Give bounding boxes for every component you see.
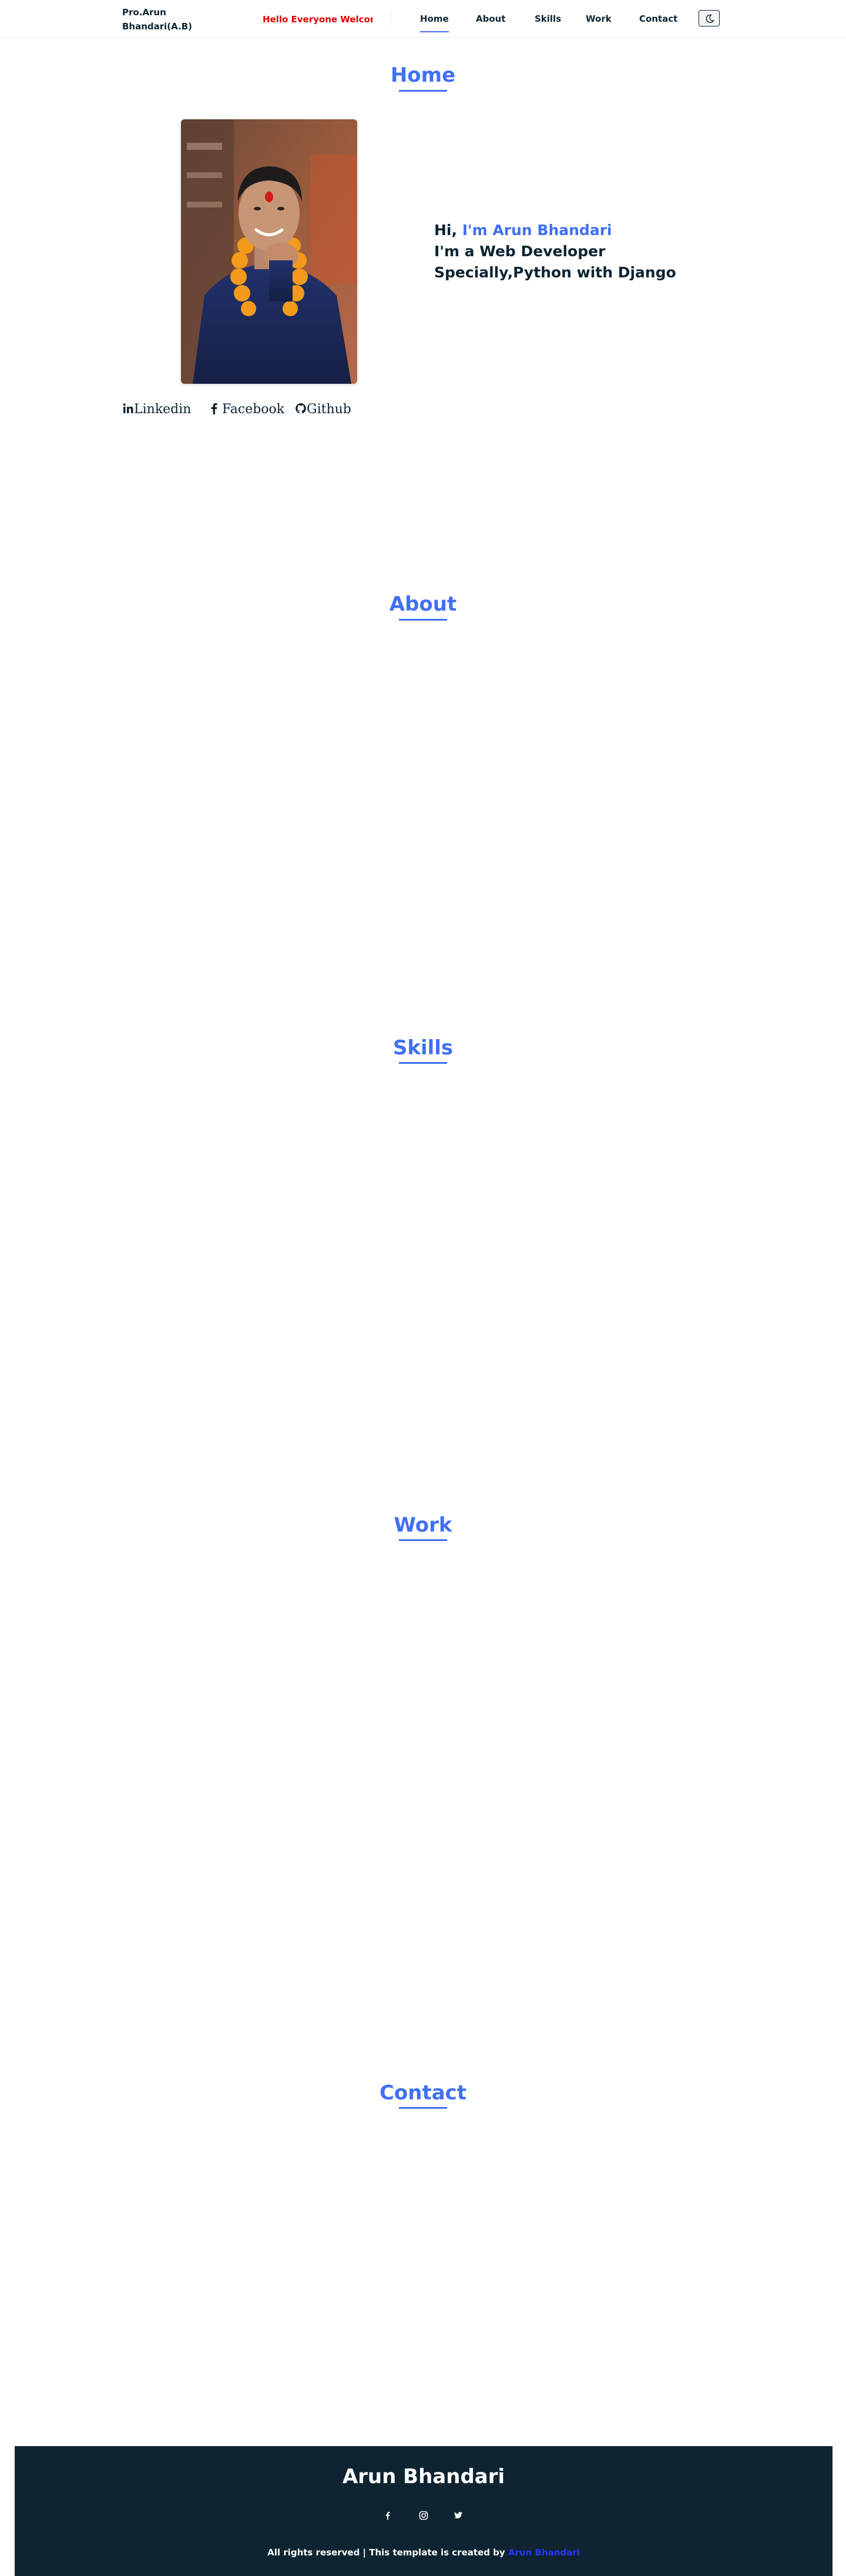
- nav-about[interactable]: About: [476, 12, 506, 25]
- welcome-marquee: Hello Everyone Welcome: [263, 14, 373, 25]
- contact-title-underline: [399, 2107, 447, 2109]
- work-title-underline: [399, 1539, 447, 1541]
- theme-toggle-button[interactable]: [699, 10, 720, 26]
- github-link[interactable]: Github: [295, 401, 351, 418]
- github-label: Github: [307, 402, 351, 417]
- site-footer: Arun Bhandari All rights reserved | This…: [15, 2446, 832, 2576]
- github-icon: [296, 403, 306, 414]
- contact-title: Contact: [379, 2081, 467, 2105]
- facebook-icon: [211, 403, 217, 414]
- footer-title: Arun Bhandari: [342, 2465, 505, 2488]
- site-logo[interactable]: Pro.Arun Bhandari(A.B): [122, 5, 204, 34]
- nav-work[interactable]: Work: [586, 12, 612, 25]
- intro-line-2: I'm a Web Developer: [434, 243, 606, 260]
- nav-contact[interactable]: Contact: [639, 12, 677, 25]
- nav-skills[interactable]: Skills: [535, 12, 561, 25]
- linkedin-link[interactable]: Linkedin: [122, 401, 191, 418]
- intro-line-1: Hi, I'm Arun Bhandari: [434, 220, 676, 241]
- footer-twitter-link[interactable]: [451, 2508, 465, 2523]
- site-header: Pro.Arun Bhandari(A.B) Hello Everyone We…: [0, 0, 846, 38]
- facebook-label: Facebook: [222, 402, 285, 417]
- intro-line-3: Specially,Python with Django: [434, 264, 676, 281]
- instagram-icon: [419, 2511, 428, 2520]
- intro-name: I'm Arun Bhandari: [462, 222, 612, 239]
- intro-hi: Hi,: [434, 222, 457, 239]
- footer-instagram-link[interactable]: [417, 2508, 431, 2523]
- footer-copyright: All rights reserved | This template is c…: [15, 2546, 832, 2559]
- linkedin-icon: [123, 403, 133, 413]
- twitter-icon: [454, 2512, 463, 2518]
- home-title-underline: [399, 90, 447, 92]
- skills-title: Skills: [392, 1036, 454, 1060]
- footer-author-link[interactable]: Arun Bhandari: [508, 2547, 580, 2558]
- moon-icon: [706, 14, 714, 23]
- work-title: Work: [394, 1513, 452, 1537]
- facebook-icon: [385, 2511, 390, 2520]
- nav-home[interactable]: Home: [420, 12, 449, 32]
- about-title-underline: [399, 619, 447, 621]
- footer-copyright-text: All rights reserved | This template is c…: [267, 2547, 505, 2558]
- facebook-link[interactable]: Facebook: [210, 401, 284, 418]
- home-title: Home: [390, 63, 456, 87]
- intro-text: Hi, I'm Arun Bhandari I'm a Web Develope…: [434, 220, 676, 283]
- skills-title-underline: [399, 1062, 447, 1064]
- profile-photo: [181, 119, 357, 384]
- about-title: About: [389, 592, 457, 616]
- footer-facebook-link[interactable]: [381, 2508, 395, 2523]
- linkedin-label: Linkedin: [134, 402, 192, 417]
